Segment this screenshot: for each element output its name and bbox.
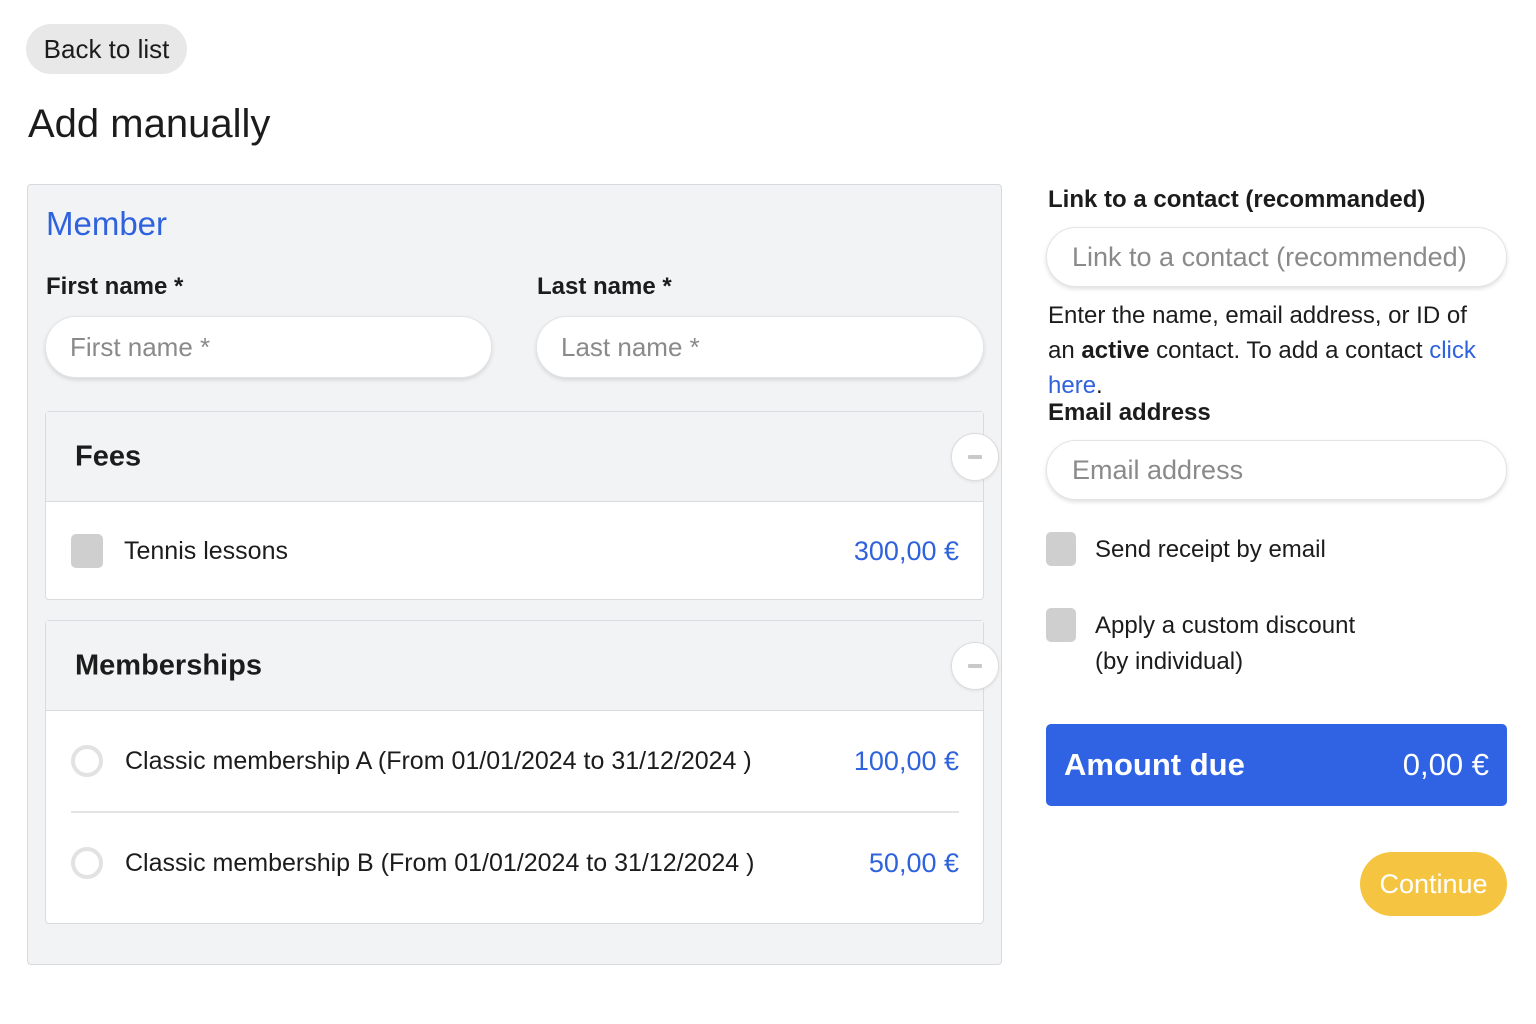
memberships-card: Memberships Classic membership A (From 0… bbox=[45, 620, 999, 924]
membership-row[interactable]: Classic membership A (From 01/01/2024 to… bbox=[46, 711, 983, 811]
fees-collapse-button[interactable] bbox=[951, 432, 999, 481]
member-section-title: Member bbox=[46, 205, 168, 242]
fee-checkbox[interactable] bbox=[71, 534, 103, 568]
back-to-list-button[interactable]: Back to list bbox=[26, 24, 187, 74]
help-bold: active bbox=[1081, 337, 1150, 364]
fees-header: Fees bbox=[46, 412, 999, 502]
memberships-header: Memberships bbox=[46, 621, 999, 711]
help-suffix: . bbox=[1096, 372, 1103, 399]
last-name-input[interactable] bbox=[536, 316, 984, 378]
contact-label: Link to a contact (recommanded) bbox=[1048, 186, 1426, 213]
membership-row[interactable]: Classic membership B (From 01/01/2024 to… bbox=[46, 813, 983, 913]
custom-discount-option[interactable]: Apply a custom discount (by individual) bbox=[1046, 608, 1395, 680]
page-title: Add manually bbox=[28, 102, 271, 146]
last-name-label: Last name * bbox=[537, 273, 672, 300]
memberships-collapse-button[interactable] bbox=[951, 641, 999, 690]
email-input[interactable] bbox=[1046, 440, 1507, 500]
contact-help-text: Enter the name, email address, or ID of … bbox=[1048, 298, 1498, 403]
custom-discount-label: Apply a custom discount (by individual) bbox=[1095, 612, 1356, 675]
membership-radio[interactable] bbox=[71, 745, 103, 777]
amount-due-box: Amount due 0,00 € bbox=[1046, 724, 1507, 806]
amount-due-label: Amount due bbox=[1064, 747, 1245, 782]
fee-label: Tennis lessons bbox=[124, 536, 288, 565]
first-name-input[interactable] bbox=[45, 316, 492, 378]
send-receipt-label: Send receipt by email bbox=[1095, 536, 1326, 563]
contact-search-input[interactable] bbox=[1046, 227, 1507, 287]
email-label: Email address bbox=[1048, 399, 1211, 426]
custom-discount-checkbox[interactable] bbox=[1046, 608, 1076, 642]
fees-card: Fees Tennis lessons 300,00 € bbox=[45, 411, 999, 600]
membership-radio[interactable] bbox=[71, 847, 103, 879]
fee-row[interactable]: Tennis lessons 300,00 € bbox=[46, 502, 983, 600]
fees-title: Fees bbox=[75, 440, 142, 472]
send-receipt-option[interactable]: Send receipt by email bbox=[1046, 532, 1395, 568]
minus-icon bbox=[968, 454, 982, 459]
membership-label: Classic membership B (From 01/01/2024 to… bbox=[125, 848, 755, 877]
minus-icon bbox=[968, 663, 982, 668]
continue-button[interactable]: Continue bbox=[1360, 852, 1507, 916]
amount-due-value: 0,00 € bbox=[1402, 747, 1489, 782]
first-name-label: First name * bbox=[46, 273, 184, 300]
membership-label: Classic membership A (From 01/01/2024 to… bbox=[125, 746, 752, 775]
send-receipt-checkbox[interactable] bbox=[1046, 532, 1076, 566]
help-middle: contact. To add a contact bbox=[1149, 337, 1430, 364]
membership-price: 100,00 € bbox=[853, 745, 959, 776]
memberships-title: Memberships bbox=[75, 649, 262, 681]
membership-price: 50,00 € bbox=[868, 847, 959, 878]
member-panel: Member First name * Last name * Fees Ten… bbox=[27, 184, 1002, 965]
fee-price: 300,00 € bbox=[853, 535, 959, 566]
